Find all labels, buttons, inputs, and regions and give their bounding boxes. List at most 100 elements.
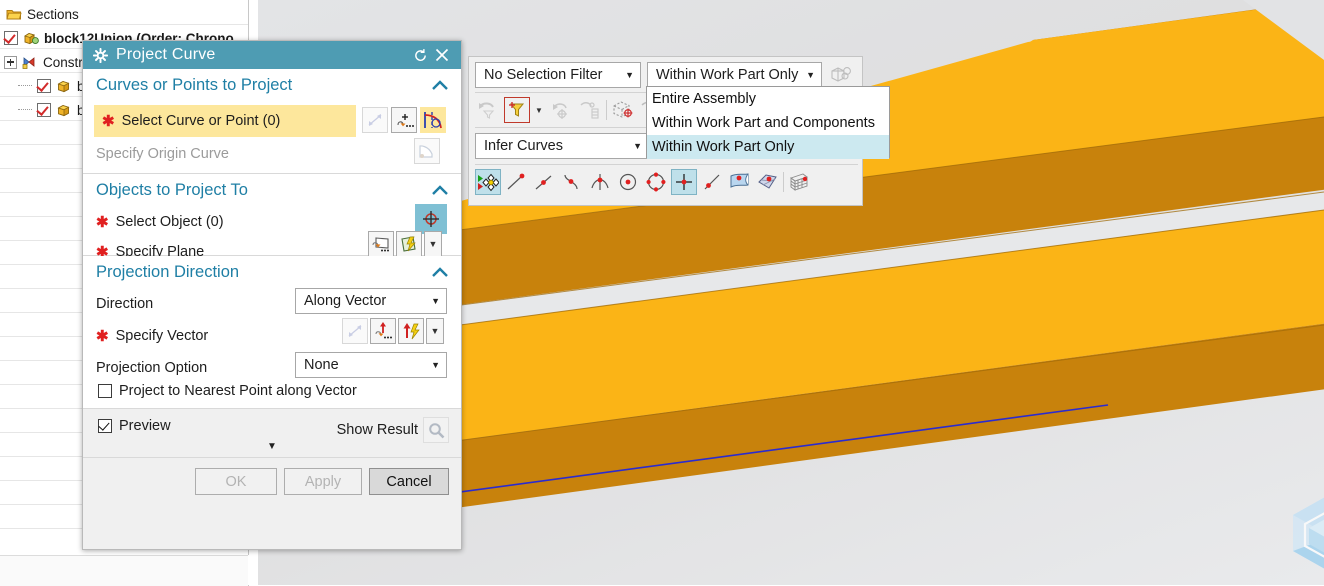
- arc-center-icon[interactable]: [615, 169, 641, 195]
- tree-item-checkbox[interactable]: [4, 31, 18, 45]
- selection-scope-dropdown[interactable]: Entire Assembly Within Work Part and Com…: [646, 86, 890, 159]
- close-icon[interactable]: [431, 44, 453, 66]
- undo-filter-icon[interactable]: [475, 97, 501, 123]
- watermark: 3D世界网 W W W . 3 D S J W . C O M: [1283, 487, 1324, 579]
- gear-icon: [93, 47, 108, 63]
- inferred-plane-icon[interactable]: [396, 231, 422, 257]
- midpoint-icon[interactable]: [531, 169, 557, 195]
- point-on-face-icon[interactable]: [727, 169, 753, 195]
- curve-rule-icon[interactable]: [420, 107, 446, 133]
- projection-option-value: None: [304, 357, 339, 373]
- apply-button[interactable]: Apply: [284, 468, 362, 495]
- two-curve-intersection-icon[interactable]: [786, 169, 812, 195]
- specify-vector-label: Specify Vector: [115, 328, 209, 344]
- required-asterisk-icon: ✱: [96, 327, 109, 345]
- dropdown-item-label: Within Work Part Only: [652, 139, 795, 155]
- section-header[interactable]: Projection Direction: [83, 256, 461, 289]
- dropdown-item-work-part-and-components[interactable]: Within Work Part and Components: [647, 111, 889, 135]
- origin-curve-icon[interactable]: [414, 138, 440, 164]
- tree-expander-icon[interactable]: [4, 55, 17, 69]
- preview-row[interactable]: Preview: [98, 418, 171, 434]
- dropdown-item-entire-assembly[interactable]: Entire Assembly: [647, 87, 889, 111]
- selection-scope-combo[interactable]: Within Work Part Only ▼: [647, 62, 822, 88]
- tree-connector: [18, 85, 32, 87]
- panel-bottom-strip: [0, 555, 249, 586]
- section-header[interactable]: Objects to Project To: [83, 174, 461, 207]
- enable-snap-point-icon[interactable]: [475, 169, 501, 195]
- tree-item-checkbox[interactable]: [37, 103, 51, 117]
- panel-divider[interactable]: [248, 555, 258, 585]
- tree-item-label: Constr: [43, 54, 83, 70]
- curve-rule-combo[interactable]: Infer Curves ▼: [475, 133, 649, 159]
- curve-rule-value: Infer Curves: [484, 138, 563, 154]
- cancel-button[interactable]: Cancel: [369, 468, 449, 495]
- chevron-down-icon[interactable]: ▼: [267, 441, 277, 452]
- preview-checkbox[interactable]: [98, 419, 112, 433]
- existing-point-icon[interactable]: [671, 169, 697, 195]
- selection-filter-icon[interactable]: [504, 97, 530, 123]
- point-dialog-icon[interactable]: [391, 107, 417, 133]
- assembly-scope-icon[interactable]: [828, 62, 854, 88]
- tree-item-checkbox[interactable]: [37, 79, 51, 93]
- chevron-down-icon: ▼: [633, 141, 642, 151]
- union-body-icon: [24, 32, 39, 44]
- section-title: Projection Direction: [96, 263, 240, 281]
- dropdown-item-work-part-only[interactable]: Within Work Part Only: [647, 135, 889, 159]
- project-nearest-point-row[interactable]: Project to Nearest Point along Vector: [98, 383, 357, 399]
- plane-dialog-icon[interactable]: [368, 231, 394, 257]
- constraint-icon: [22, 56, 35, 69]
- ok-button[interactable]: OK: [195, 468, 277, 495]
- filter-dropdown-arrow-icon[interactable]: ▼: [533, 97, 545, 123]
- snap-point-icon[interactable]: [548, 97, 574, 123]
- project-curve-dialog[interactable]: Project Curve Curves or Points to Projec…: [82, 40, 462, 550]
- required-asterisk-icon: ✱: [96, 213, 109, 231]
- bounded-grid-point-icon[interactable]: [755, 169, 781, 195]
- section-header[interactable]: Curves or Points to Project: [83, 69, 461, 102]
- projection-option-label: Projection Option: [96, 360, 208, 376]
- specify-origin-curve-label: Specify Origin Curve: [96, 146, 229, 162]
- select-object-label: Select Object (0): [115, 214, 224, 230]
- dropdown-arrow-icon[interactable]: ▼: [426, 318, 444, 344]
- tree-connector: [18, 109, 32, 111]
- within-box-icon[interactable]: [610, 97, 636, 123]
- dropdown-arrow-icon[interactable]: ▼: [424, 231, 442, 257]
- magnifier-icon[interactable]: [423, 417, 449, 443]
- quadrant-point-icon[interactable]: [643, 169, 669, 195]
- chevron-up-icon[interactable]: [431, 185, 449, 196]
- chevron-up-icon[interactable]: [431, 80, 449, 91]
- select-object-target-icon[interactable]: [415, 204, 447, 234]
- cancel-button-label: Cancel: [386, 473, 432, 490]
- end-point-icon[interactable]: [503, 169, 529, 195]
- show-result-label: Show Result: [336, 422, 418, 438]
- chevron-up-icon[interactable]: [431, 267, 449, 278]
- chevron-down-icon: ▼: [431, 296, 440, 306]
- point-on-curve-icon[interactable]: [699, 169, 725, 195]
- specify-origin-curve-row[interactable]: Specify Origin Curve: [83, 139, 461, 169]
- select-intersection-icon[interactable]: [362, 107, 388, 133]
- required-asterisk-icon: ✱: [102, 112, 115, 130]
- select-curve-or-point-field[interactable]: ✱ Select Curve or Point (0): [94, 105, 356, 137]
- vector-inference-icon[interactable]: [342, 318, 368, 344]
- chevron-down-icon: ▼: [625, 70, 634, 80]
- selection-filter-combo[interactable]: No Selection Filter ▼: [475, 62, 641, 88]
- vector-dialog-icon[interactable]: [370, 318, 396, 344]
- snap-grid-icon[interactable]: [577, 97, 603, 123]
- dialog-title: Project Curve: [116, 46, 216, 63]
- projection-option-combo[interactable]: None ▼: [295, 352, 447, 378]
- show-result-row[interactable]: Show Result: [337, 417, 449, 443]
- reset-icon[interactable]: [409, 44, 431, 66]
- chevron-down-icon: ▼: [806, 70, 815, 80]
- tree-item-constraints[interactable]: Constr: [2, 50, 83, 74]
- direction-combo[interactable]: Along Vector ▼: [295, 288, 447, 314]
- select-curve-or-point-label: Select Curve or Point (0): [121, 113, 281, 129]
- dialog-title-bar[interactable]: Project Curve: [83, 41, 461, 69]
- ok-button-label: OK: [225, 473, 247, 490]
- inferred-vector-icon[interactable]: [398, 318, 424, 344]
- intersection-point-icon[interactable]: [587, 169, 613, 195]
- project-nearest-point-checkbox[interactable]: [98, 384, 112, 398]
- control-point-icon[interactable]: [559, 169, 585, 195]
- tree-item-sections[interactable]: Sections: [4, 2, 79, 26]
- section-curves-or-points: Curves or Points to Project ✱ Select Cur…: [83, 69, 461, 174]
- folder-icon: [6, 9, 22, 19]
- dropdown-item-label: Within Work Part and Components: [652, 115, 875, 131]
